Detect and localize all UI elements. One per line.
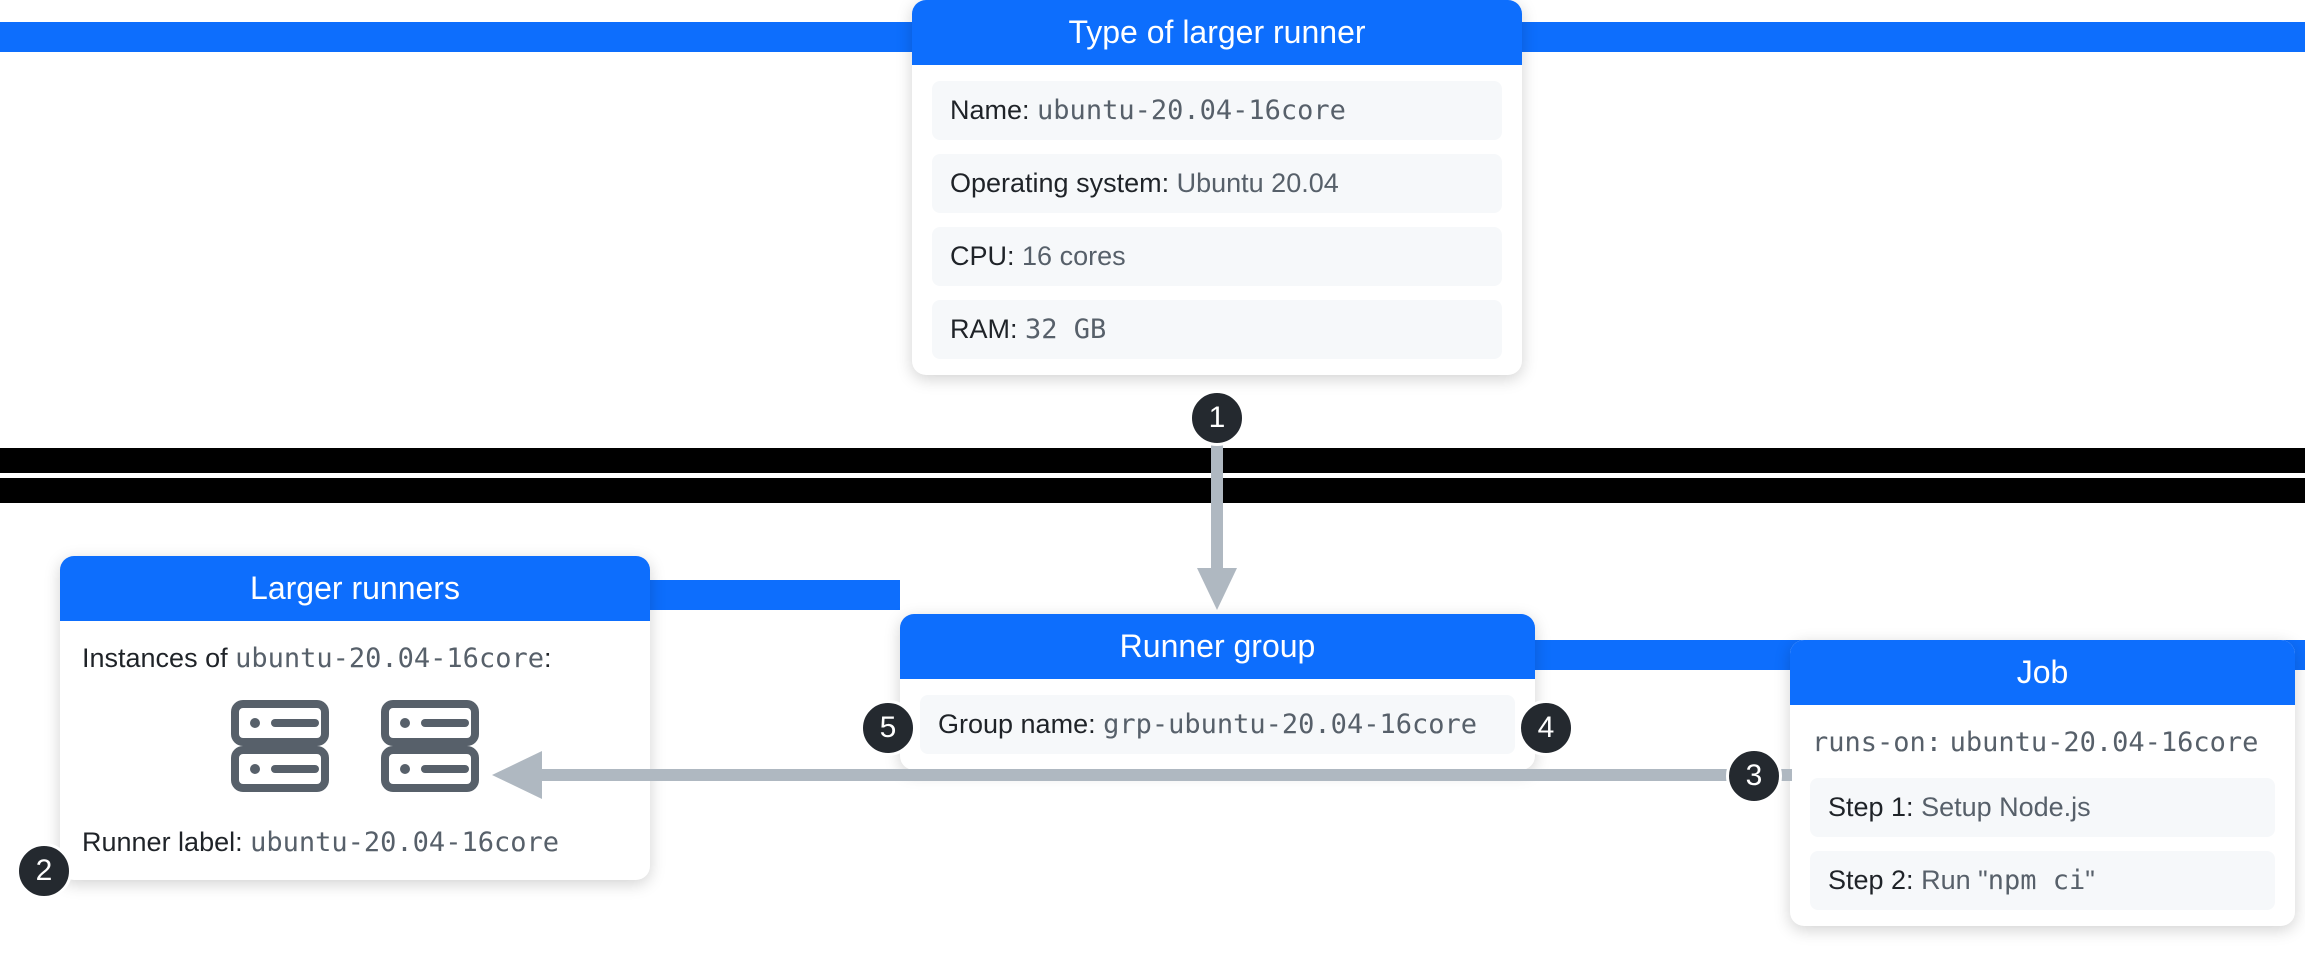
job-title: Job (1790, 640, 2295, 705)
instances-value: ubuntu-20.04-16core (235, 643, 544, 674)
instances-colon: : (544, 643, 552, 673)
runner-label-row: Runner label: ubuntu-20.04-16core (80, 821, 630, 864)
server-icon (375, 696, 485, 801)
larger-runners-card: Larger runners Instances of ubuntu-20.04… (60, 556, 650, 880)
group-name-label: Group name: (938, 709, 1096, 739)
type-of-larger-runner-card: Type of larger runner Name: ubuntu-20.04… (912, 0, 1522, 375)
step2-suffix: " (2085, 865, 2095, 895)
step2-row: Step 2: Run "npm ci" (1810, 851, 2275, 910)
step1-label: Step 1: (1828, 792, 1914, 822)
instances-label: Instances of (82, 643, 228, 673)
badge-4: 4 (1518, 700, 1574, 756)
step2-prefix: Run " (1921, 865, 1988, 895)
step2-label: Step 2: (1828, 865, 1914, 895)
type-name-row: Name: ubuntu-20.04-16core (932, 81, 1502, 140)
type-card-title: Type of larger runner (912, 0, 1522, 65)
server-icon (225, 696, 335, 801)
step2-code: npm ci (1988, 865, 2086, 896)
type-name-label: Name: (950, 95, 1030, 125)
job-card: Job runs-on: ubuntu-20.04-16core Step 1:… (1790, 640, 2295, 926)
badge-2: 2 (16, 843, 72, 899)
type-os-value: Ubuntu 20.04 (1177, 168, 1339, 198)
runner-label-label: Runner label: (82, 827, 243, 857)
type-ram-value: 32 GB (1025, 314, 1106, 345)
type-os-label: Operating system: (950, 168, 1169, 198)
runner-group-title: Runner group (900, 614, 1535, 679)
arrow-job-to-runners (492, 745, 1792, 805)
step1-row: Step 1: Setup Node.js (1810, 778, 2275, 837)
larger-runners-title: Larger runners (60, 556, 650, 621)
runs-on-label: runs-on: (1812, 727, 1942, 758)
black-bar-2 (0, 478, 2305, 503)
runs-on-value: ubuntu-20.04-16core (1950, 727, 2259, 758)
badge-3: 3 (1726, 748, 1782, 804)
type-cpu-label: CPU: (950, 241, 1015, 271)
runs-on-row: runs-on: ubuntu-20.04-16core (1810, 721, 2275, 764)
black-bar-1 (0, 448, 2305, 473)
type-os-row: Operating system: Ubuntu 20.04 (932, 154, 1502, 213)
type-cpu-row: CPU: 16 cores (932, 227, 1502, 286)
badge-1: 1 (1189, 390, 1245, 446)
type-ram-row: RAM: 32 GB (932, 300, 1502, 359)
type-ram-label: RAM: (950, 314, 1018, 344)
instances-row: Instances of ubuntu-20.04-16core: (80, 637, 630, 680)
group-name-value: grp-ubuntu-20.04-16core (1103, 709, 1477, 740)
type-cpu-value: 16 cores (1022, 241, 1126, 271)
type-name-value: ubuntu-20.04-16core (1037, 95, 1346, 126)
runner-label-value: ubuntu-20.04-16core (250, 827, 559, 858)
badge-5: 5 (860, 700, 916, 756)
step1-value: Setup Node.js (1921, 792, 2091, 822)
